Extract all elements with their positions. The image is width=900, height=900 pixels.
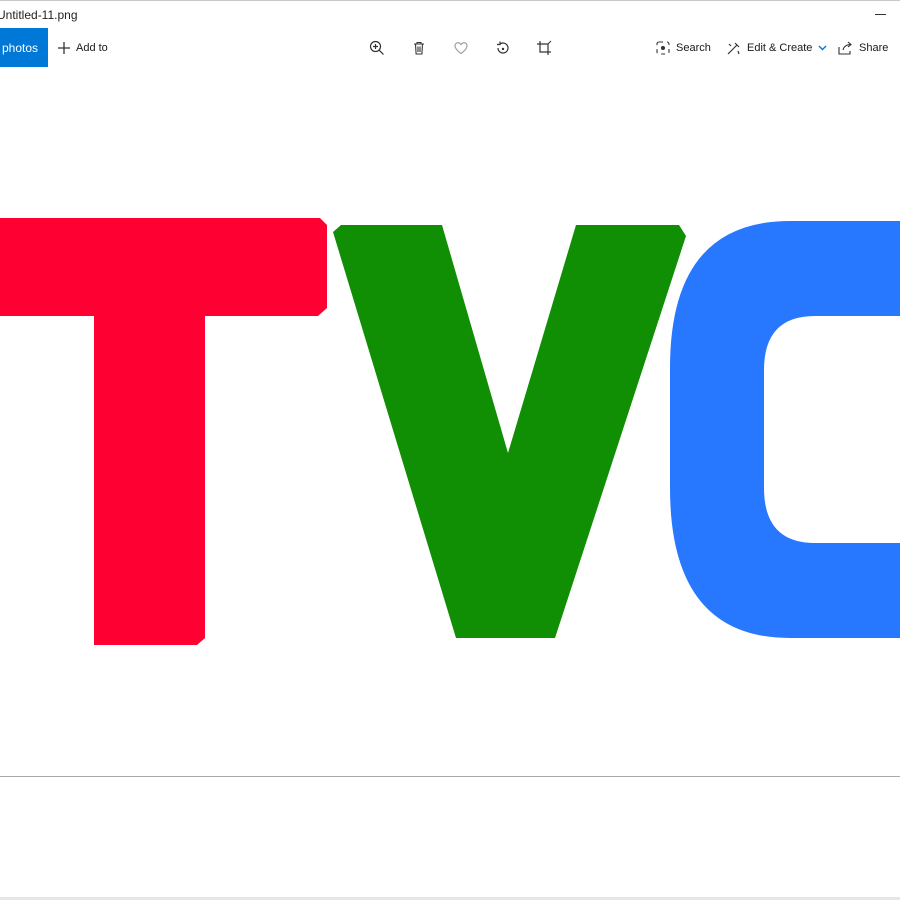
add-to-label: Add to	[76, 42, 108, 54]
edit-create-icon	[726, 41, 741, 56]
window-title: Untitled-11.png	[0, 8, 78, 22]
all-photos-button[interactable]: All photos	[0, 28, 48, 67]
trash-icon[interactable]	[409, 38, 429, 58]
bottom-area	[0, 777, 900, 897]
edit-create-label: Edit & Create	[747, 42, 813, 54]
rotate-icon[interactable]	[493, 38, 513, 58]
displayed-image	[0, 218, 900, 645]
search-button[interactable]: Search	[656, 38, 711, 58]
search-icon	[656, 41, 670, 55]
title-bar: Untitled-11.png	[0, 0, 900, 28]
chevron-down-icon	[818, 45, 827, 51]
crop-icon[interactable]	[534, 38, 554, 58]
letter-v	[333, 225, 686, 638]
share-icon	[838, 41, 853, 55]
add-to-button[interactable]: Add to	[57, 38, 108, 58]
letter-c	[670, 221, 900, 638]
share-button[interactable]: Share	[838, 38, 888, 58]
zoom-in-icon[interactable]	[367, 38, 387, 58]
edit-create-button[interactable]: Edit & Create	[726, 38, 827, 58]
heart-icon[interactable]	[451, 38, 471, 58]
toolbar: All photos Add to Search Edit & Create	[0, 28, 900, 68]
plus-icon	[57, 41, 71, 55]
all-photos-label: All photos	[0, 40, 38, 55]
minimize-button[interactable]	[875, 14, 886, 15]
search-label: Search	[676, 42, 711, 54]
share-label: Share	[859, 42, 889, 54]
letter-t	[0, 218, 327, 645]
image-canvas[interactable]	[0, 68, 900, 776]
